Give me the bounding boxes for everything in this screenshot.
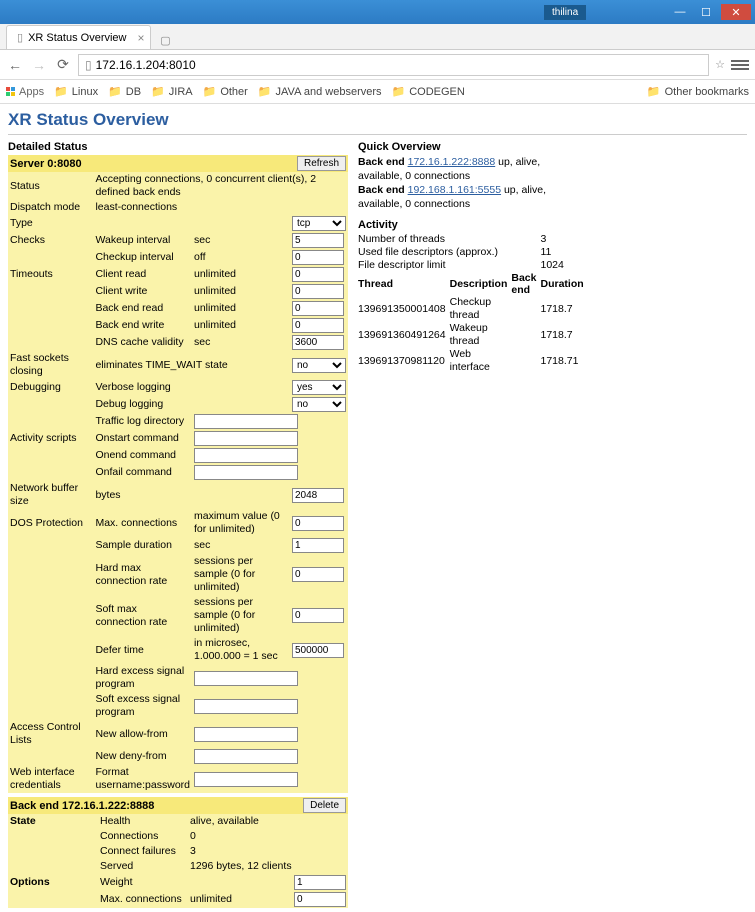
onfail-input[interactable] — [194, 465, 298, 480]
hardrate-input[interactable] — [292, 567, 344, 582]
close-button[interactable]: ✕ — [721, 4, 751, 20]
bookmark-folder[interactable]: 📁Linux — [54, 85, 98, 98]
defer-input[interactable] — [292, 643, 344, 658]
verbose-select[interactable]: yes — [292, 380, 346, 395]
label-state: State — [10, 815, 36, 827]
maximize-button[interactable]: ☐ — [695, 4, 717, 20]
folder-icon: 📁 — [258, 85, 272, 98]
back-button[interactable]: ← — [6, 56, 24, 74]
traffic-log-input[interactable] — [194, 414, 298, 429]
wakeup-input[interactable] — [292, 233, 344, 248]
bookmark-folder[interactable]: 📁CODEGEN — [392, 85, 465, 98]
activity-row: 139691370981120Web interface1718.71 — [358, 348, 588, 374]
backend-name: Back end 172.16.1.222:8888 — [10, 800, 154, 812]
fast-close-select[interactable]: no — [292, 358, 346, 373]
debuglog-select[interactable]: no — [292, 397, 346, 412]
url-input[interactable]: ▯ 172.16.1.204:8010 — [78, 54, 709, 76]
label-netbuf: Network buffer size — [8, 481, 93, 509]
label-acl: Access Control Lists — [8, 720, 93, 748]
page-title: XR Status Overview — [8, 110, 747, 130]
folder-icon: 📁 — [203, 85, 217, 98]
value-dispatch: least-connections — [93, 200, 348, 215]
label-webcred: Web interface credentials — [8, 765, 93, 793]
activity-row: 139691360491264Wakeup thread1718.7 — [358, 322, 588, 348]
be-maxconn-input[interactable] — [294, 892, 346, 907]
other-bookmarks[interactable]: 📁Other bookmarks — [647, 85, 749, 98]
backend-panel: Back end 172.16.1.222:8888 Delete StateH… — [8, 797, 348, 908]
apps-button[interactable]: Apps — [6, 86, 44, 98]
apps-label: Apps — [19, 86, 44, 98]
folder-icon: 📁 — [108, 85, 122, 98]
sample-duration-input[interactable] — [292, 538, 344, 553]
site-icon: ▯ — [85, 58, 92, 72]
quick-overview: Back end 172.16.1.222:8888 up, alive, av… — [358, 155, 583, 211]
value-status: Accepting connections, 0 concurrent clie… — [93, 172, 348, 200]
client-read-input[interactable] — [292, 267, 344, 282]
refresh-button[interactable]: Refresh — [297, 156, 346, 171]
maxconn-input[interactable] — [292, 516, 344, 531]
label-dispatch: Dispatch mode — [8, 200, 93, 215]
soft-excess-input[interactable] — [194, 699, 298, 714]
new-tab-button[interactable]: ▢ — [155, 31, 175, 49]
url-text: 172.16.1.204:8010 — [96, 58, 196, 72]
webcred-input[interactable] — [194, 772, 298, 787]
label-timeouts: Timeouts — [8, 266, 93, 283]
user-badge: thilina — [544, 5, 586, 20]
delete-button[interactable]: Delete — [303, 798, 346, 813]
label-checks: Checks — [8, 232, 93, 249]
bookmarks-bar: Apps 📁Linux 📁DB 📁JIRA 📁Other 📁JAVA and w… — [0, 80, 755, 104]
label-status: Status — [8, 172, 93, 200]
checkup-input[interactable] — [292, 250, 344, 265]
folder-icon: 📁 — [392, 85, 406, 98]
tab-close-icon[interactable]: × — [137, 31, 144, 45]
label-debugging: Debugging — [8, 379, 93, 396]
deny-from-input[interactable] — [194, 749, 298, 764]
allow-from-input[interactable] — [194, 727, 298, 742]
client-write-input[interactable] — [292, 284, 344, 299]
backend-link-1[interactable]: 172.16.1.222:8888 — [408, 156, 496, 168]
tab-title: XR Status Overview — [28, 32, 126, 44]
quick-overview-heading: Quick Overview — [358, 141, 583, 153]
page-icon: ▯ — [17, 31, 23, 44]
server-name: Server 0:8080 — [10, 158, 82, 170]
minimize-button[interactable]: — — [669, 4, 691, 20]
label-dos: DOS Protection — [8, 509, 93, 537]
type-select[interactable]: tcp — [292, 216, 346, 231]
dns-cache-input[interactable] — [292, 335, 344, 350]
label-fast-close: Fast sockets closing — [8, 351, 93, 379]
onstart-input[interactable] — [194, 431, 298, 446]
label-options: Options — [10, 876, 50, 888]
apps-icon — [6, 87, 15, 96]
bookmark-star-icon[interactable]: ☆ — [715, 58, 725, 71]
label-activity-scripts: Activity scripts — [8, 430, 93, 447]
bookmark-folder[interactable]: 📁JIRA — [151, 85, 193, 98]
browser-tabbar: ▯ XR Status Overview × ▢ — [0, 24, 755, 50]
backend-read-input[interactable] — [292, 301, 344, 316]
hamburger-menu-icon[interactable] — [731, 56, 749, 74]
folder-icon: 📁 — [647, 85, 661, 98]
activity-row: 139691350001408Checkup thread1718.7 — [358, 296, 588, 322]
detailed-status-heading: Detailed Status — [8, 141, 348, 153]
onend-input[interactable] — [194, 448, 298, 463]
backend-write-input[interactable] — [292, 318, 344, 333]
address-bar: ← → ⟳ ▯ 172.16.1.204:8010 ☆ — [0, 50, 755, 80]
bookmark-folder[interactable]: 📁JAVA and webservers — [258, 85, 382, 98]
netbuf-input[interactable] — [292, 488, 344, 503]
reload-button[interactable]: ⟳ — [54, 56, 72, 74]
bookmark-folder[interactable]: 📁DB — [108, 85, 141, 98]
activity-table: Number of threads3 Used file descriptors… — [358, 233, 588, 374]
folder-icon: 📁 — [151, 85, 165, 98]
softrate-input[interactable] — [292, 608, 344, 623]
bookmark-folder[interactable]: 📁Other — [203, 85, 248, 98]
window-titlebar: thilina — ☐ ✕ — [0, 0, 755, 24]
server-panel: Server 0:8080 Refresh StatusAccepting co… — [8, 155, 348, 793]
hard-excess-input[interactable] — [194, 671, 298, 686]
folder-icon: 📁 — [54, 85, 68, 98]
browser-tab[interactable]: ▯ XR Status Overview × — [6, 25, 151, 49]
forward-button[interactable]: → — [30, 56, 48, 74]
backend-link-2[interactable]: 192.168.1.161:5555 — [408, 184, 501, 196]
activity-heading: Activity — [358, 219, 583, 231]
weight-input[interactable] — [294, 875, 346, 890]
label-type: Type — [8, 215, 93, 232]
